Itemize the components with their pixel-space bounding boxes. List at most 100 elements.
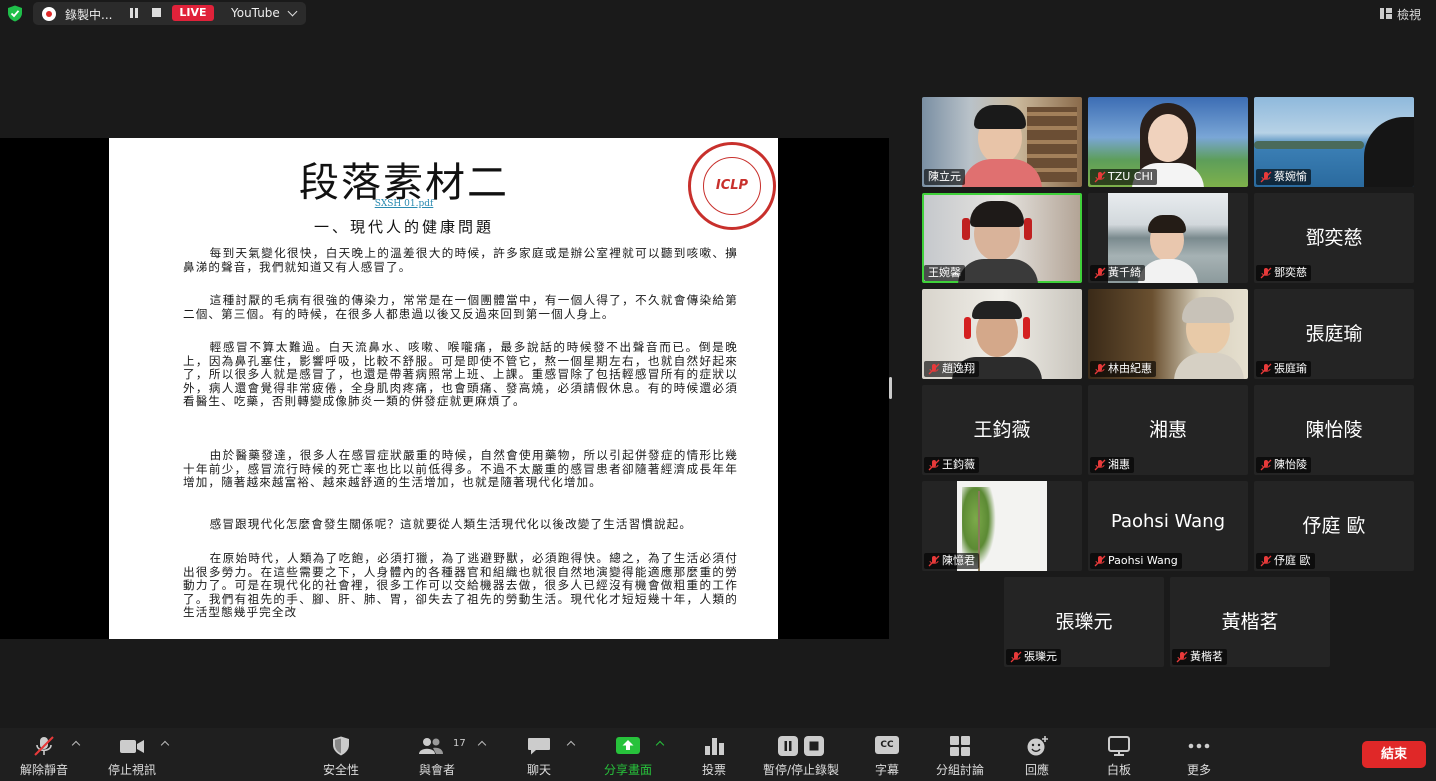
participants-button[interactable]: 17 與會者: [406, 728, 468, 781]
participant-tile[interactable]: Paohsi Wang Paohsi Wang: [1088, 481, 1248, 571]
recording-label: 錄製中...: [65, 8, 113, 22]
document-subtitle: 一、現代人的健康問題: [313, 218, 494, 236]
participant-name: 陳怡陵: [1256, 457, 1311, 473]
more-dots-icon: [1188, 743, 1210, 749]
breakout-rooms-button[interactable]: 分組討論: [924, 728, 996, 781]
document-paragraph: 感冒跟現代化怎麼會發生關係呢？這就要從人類生活現代化以後改變了生活習慣說起。: [209, 517, 693, 531]
participant-tile[interactable]: 黃千綺: [1088, 193, 1248, 283]
stop-recording-icon[interactable]: [152, 8, 161, 17]
mic-muted-icon: [1260, 171, 1272, 183]
document-paragraph: 由於醫藥發達，很多人在感冒症狀嚴重的時候，自然會使用藥物，所以引起併發症的情形比…: [183, 448, 738, 489]
participants-options-chevron-icon[interactable]: [477, 740, 487, 750]
whiteboard-icon: [1108, 736, 1130, 756]
polls-bar-chart-icon: [705, 738, 724, 755]
mic-muted-icon: [1094, 555, 1106, 567]
whiteboard-button[interactable]: 白板: [1088, 728, 1150, 781]
participant-name: 林由紀惠: [1090, 361, 1156, 377]
document-file-link[interactable]: SXSH 01.pdf: [109, 199, 699, 209]
document-paragraph: 在原始時代，人類為了吃飽，必須打獵，為了逃避野獸，必須跑得快。總之，為了生活必須…: [183, 551, 738, 619]
participant-name: 鄧奕慈: [1256, 265, 1311, 281]
mic-muted-icon: [928, 555, 940, 567]
participant-tile[interactable]: 趙逸翔: [922, 289, 1082, 379]
mic-muted-icon: [1094, 267, 1106, 279]
participant-name: Paohsi Wang: [1090, 553, 1182, 569]
mic-muted-icon: [928, 459, 940, 471]
participant-name: 趙逸翔: [924, 361, 979, 377]
unmute-button[interactable]: 解除靜音: [10, 728, 78, 781]
participant-tile[interactable]: 陳憶君: [922, 481, 1082, 571]
participant-display-name: 王鈞薇: [973, 419, 1031, 441]
pause-recording-icon[interactable]: [129, 8, 139, 18]
meeting-toolbar: 解除靜音 停止視訊 安全性 17 與會者 聊天 分享畫面 投票 暫停/停止錄製 …: [0, 728, 1436, 781]
participant-name: 黃千綺: [1090, 265, 1145, 281]
recording-dot-icon: [42, 7, 56, 21]
polls-button[interactable]: 投票: [683, 728, 745, 781]
participant-display-name: 鄧奕慈: [1305, 227, 1363, 249]
participant-name: 陳立元: [924, 169, 965, 185]
end-meeting-button[interactable]: 結束: [1362, 741, 1426, 768]
iclp-seal-logo: ICLP: [688, 142, 776, 230]
more-button[interactable]: 更多: [1168, 728, 1230, 781]
chat-button[interactable]: 聊天: [508, 728, 570, 781]
participant-name: 王婉馨: [924, 265, 965, 281]
mic-muted-icon: [1094, 459, 1106, 471]
captions-button[interactable]: CC 字幕: [856, 728, 918, 781]
microphone-muted-icon: [34, 736, 54, 756]
mic-muted-icon: [1260, 555, 1272, 567]
mic-muted-icon: [1260, 267, 1272, 279]
participant-name: 陳憶君: [924, 553, 979, 569]
top-bar: 錄製中... LIVE YouTube 檢視: [0, 0, 1436, 28]
participant-name: 王鈞薇: [924, 457, 979, 473]
participant-name: 伃庭 歐: [1256, 553, 1315, 569]
view-grid-icon[interactable]: [1380, 8, 1392, 19]
document-paragraph: 每到天氣變化很快，白天晚上的溫差很大的時候，許多家庭或是辦公室裡就可以聽到咳嗽、…: [183, 246, 738, 274]
participant-name: 黃楷茗: [1172, 649, 1227, 665]
document-paragraph: 這種討厭的毛病有很強的傳染力，常常是在一個團體當中，有一個人得了，不久就會傳染給…: [183, 293, 738, 321]
participant-name: 湘惠: [1090, 457, 1134, 473]
zoom-meeting-window: 錄製中... LIVE YouTube 檢視 段落素材二 SXSH 01.pdf…: [0, 0, 1436, 781]
mic-muted-icon: [1094, 171, 1106, 183]
participant-tile[interactable]: 伃庭 歐 伃庭 歐: [1254, 481, 1414, 571]
shared-document: 段落素材二 SXSH 01.pdf 一、現代人的健康問題 ICLP 每到天氣變化…: [109, 138, 778, 639]
participant-name: 蔡婉愉: [1256, 169, 1311, 185]
pause-stop-recording-button[interactable]: 暫停/停止錄製: [758, 728, 844, 781]
share-screen-button[interactable]: 分享畫面: [597, 728, 659, 781]
participants-count: 17: [453, 738, 466, 749]
shield-check-icon[interactable]: [7, 5, 23, 22]
pause-stop-icon: [778, 736, 824, 756]
share-screen-arrow-icon: [616, 737, 640, 754]
live-badge: LIVE: [172, 5, 214, 21]
participant-display-name: 陳怡陵: [1305, 419, 1363, 441]
participant-tile[interactable]: 陳立元: [922, 97, 1082, 187]
participant-display-name: 張庭瑜: [1305, 323, 1363, 345]
reactions-smiley-icon: [1027, 736, 1048, 756]
participant-name: 張庭瑜: [1256, 361, 1311, 377]
security-shield-icon: [333, 736, 349, 756]
participant-tile[interactable]: 陳怡陵 陳怡陵: [1254, 385, 1414, 475]
participant-tile[interactable]: 湘惠 湘惠: [1088, 385, 1248, 475]
reactions-button[interactable]: 回應: [1006, 728, 1068, 781]
view-button[interactable]: 檢視: [1397, 6, 1421, 23]
participant-tile[interactable]: TZU CHI: [1088, 97, 1248, 187]
live-target-dropdown[interactable]: YouTube: [231, 6, 280, 20]
breakout-rooms-grid-icon: [950, 736, 970, 756]
mic-muted-icon: [928, 363, 940, 375]
participant-tile[interactable]: 黃楷茗 黃楷茗: [1170, 577, 1330, 667]
split-view-handle[interactable]: [889, 377, 892, 399]
document-paragraph: 輕感冒不算太難過。白天流鼻水、咳嗽、喉嚨痛，最多說話的時候發不出聲音而已。倒是晚…: [183, 340, 738, 408]
participant-tile[interactable]: 張瓅元 張瓅元: [1004, 577, 1164, 667]
participant-tile[interactable]: 張庭瑜 張庭瑜: [1254, 289, 1414, 379]
mic-muted-icon: [1176, 651, 1188, 663]
chat-bubble-icon: [528, 738, 550, 755]
participant-tile[interactable]: 林由紀惠: [1088, 289, 1248, 379]
mic-muted-icon: [1260, 363, 1272, 375]
participant-tile[interactable]: 鄧奕慈 鄧奕慈: [1254, 193, 1414, 283]
participant-tile-active-speaker[interactable]: 王婉馨: [922, 193, 1082, 283]
participant-tile[interactable]: 王鈞薇 王鈞薇: [922, 385, 1082, 475]
captions-cc-icon: CC: [875, 736, 899, 754]
participant-display-name: 伃庭 歐: [1302, 515, 1366, 537]
security-button[interactable]: 安全性: [310, 728, 372, 781]
participant-tile[interactable]: 蔡婉愉: [1254, 97, 1414, 187]
stop-video-button[interactable]: 停止視訊: [98, 728, 166, 781]
participants-icon: [418, 738, 443, 754]
